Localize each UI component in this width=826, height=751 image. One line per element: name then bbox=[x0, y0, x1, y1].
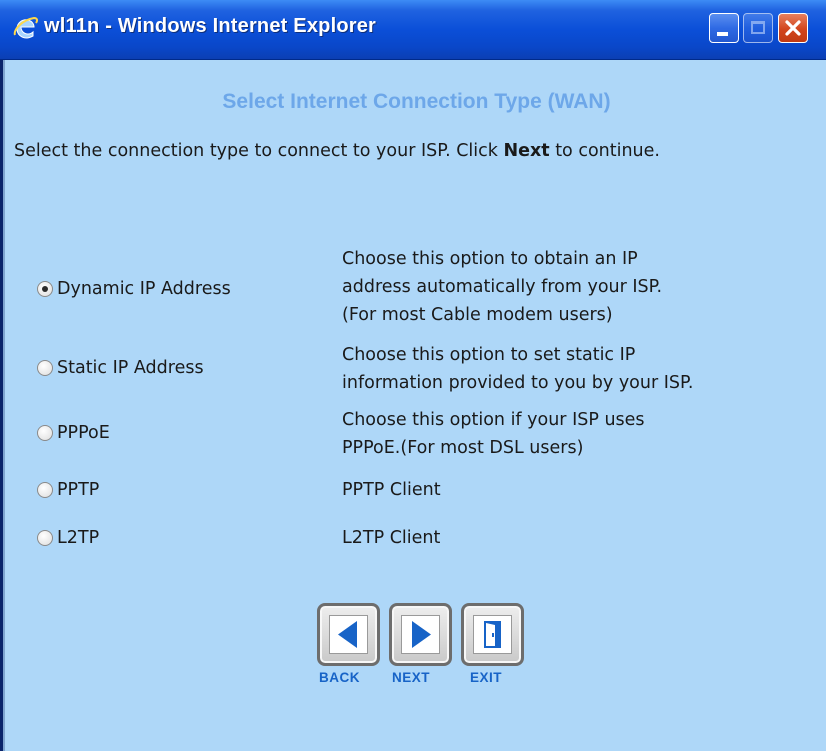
description-line: information provided to you by your ISP. bbox=[342, 373, 694, 393]
page-title: Select Internet Connection Type (WAN) bbox=[222, 90, 611, 113]
option-label: PPTP bbox=[57, 480, 100, 500]
option-l2tp[interactable]: L2TP L2TP Client bbox=[5, 520, 826, 560]
option-description: L2TP Client bbox=[342, 524, 440, 552]
next-button[interactable] bbox=[389, 603, 452, 666]
option-label: PPPoE bbox=[57, 423, 110, 443]
option-label: L2TP bbox=[57, 528, 100, 548]
exit-button-face bbox=[473, 615, 512, 654]
option-label: Static IP Address bbox=[57, 358, 204, 378]
description-line: address automatically from your ISP. bbox=[342, 277, 663, 297]
exit-button[interactable] bbox=[461, 603, 524, 666]
option-pppoe[interactable]: PPPoE Choose this option if your ISP use… bbox=[5, 403, 826, 463]
radio-pppoe[interactable] bbox=[37, 425, 53, 441]
description-line: Choose this option if your ISP uses bbox=[342, 410, 645, 430]
description-line: L2TP Client bbox=[342, 528, 441, 548]
next-label[interactable]: NEXT bbox=[392, 670, 430, 685]
internet-explorer-icon bbox=[12, 15, 39, 41]
next-button-face bbox=[401, 615, 440, 654]
radio-selected-dot bbox=[42, 286, 48, 292]
minimize-icon bbox=[717, 32, 728, 36]
option-dynamic-ip[interactable]: Dynamic IP Address Choose this option to… bbox=[5, 245, 826, 335]
exit-label[interactable]: EXIT bbox=[470, 670, 502, 685]
option-description: Choose this option to obtain an IP addre… bbox=[342, 245, 662, 329]
close-button[interactable] bbox=[778, 13, 808, 43]
arrow-left-icon bbox=[338, 621, 357, 648]
back-button-face bbox=[329, 615, 368, 654]
instructions-part-1: Select the connection type to connect to… bbox=[14, 141, 504, 161]
maximize-button[interactable] bbox=[743, 13, 773, 43]
description-line: PPTP Client bbox=[342, 480, 441, 500]
option-description: Choose this option to set static IP info… bbox=[342, 341, 693, 397]
option-pptp[interactable]: PPTP PPTP Client bbox=[5, 472, 826, 512]
description-line: PPPoE.(For most DSL users) bbox=[342, 438, 584, 458]
close-icon bbox=[785, 20, 801, 36]
instructions-part-2: to continue. bbox=[549, 141, 660, 161]
radio-static-ip[interactable] bbox=[37, 360, 53, 376]
instructions-text: Select the connection type to connect to… bbox=[14, 136, 824, 166]
title-bar[interactable]: wl11n - Windows Internet Explorer bbox=[0, 0, 826, 60]
back-label[interactable]: BACK bbox=[319, 670, 360, 685]
window-title: wl11n - Windows Internet Explorer bbox=[44, 15, 377, 37]
maximize-icon bbox=[751, 21, 765, 34]
option-description: Choose this option if your ISP uses PPPo… bbox=[342, 406, 645, 462]
description-line: (For most Cable modem users) bbox=[342, 305, 613, 325]
arrow-right-icon bbox=[412, 621, 431, 648]
instructions-next-emphasis: Next bbox=[503, 141, 550, 161]
option-label: Dynamic IP Address bbox=[57, 279, 231, 299]
option-static-ip[interactable]: Static IP Address Choose this option to … bbox=[5, 338, 826, 398]
radio-dynamic-ip[interactable] bbox=[37, 281, 53, 297]
radio-pptp[interactable] bbox=[37, 482, 53, 498]
description-line: Choose this option to obtain an IP bbox=[342, 249, 638, 269]
radio-l2tp[interactable] bbox=[37, 530, 53, 546]
browser-window: wl11n - Windows Internet Explorer Select… bbox=[0, 0, 826, 751]
option-description: PPTP Client bbox=[342, 476, 441, 504]
door-exit-icon bbox=[484, 621, 501, 648]
minimize-button[interactable] bbox=[709, 13, 739, 43]
description-line: Choose this option to set static IP bbox=[342, 345, 636, 365]
back-button[interactable] bbox=[317, 603, 380, 666]
